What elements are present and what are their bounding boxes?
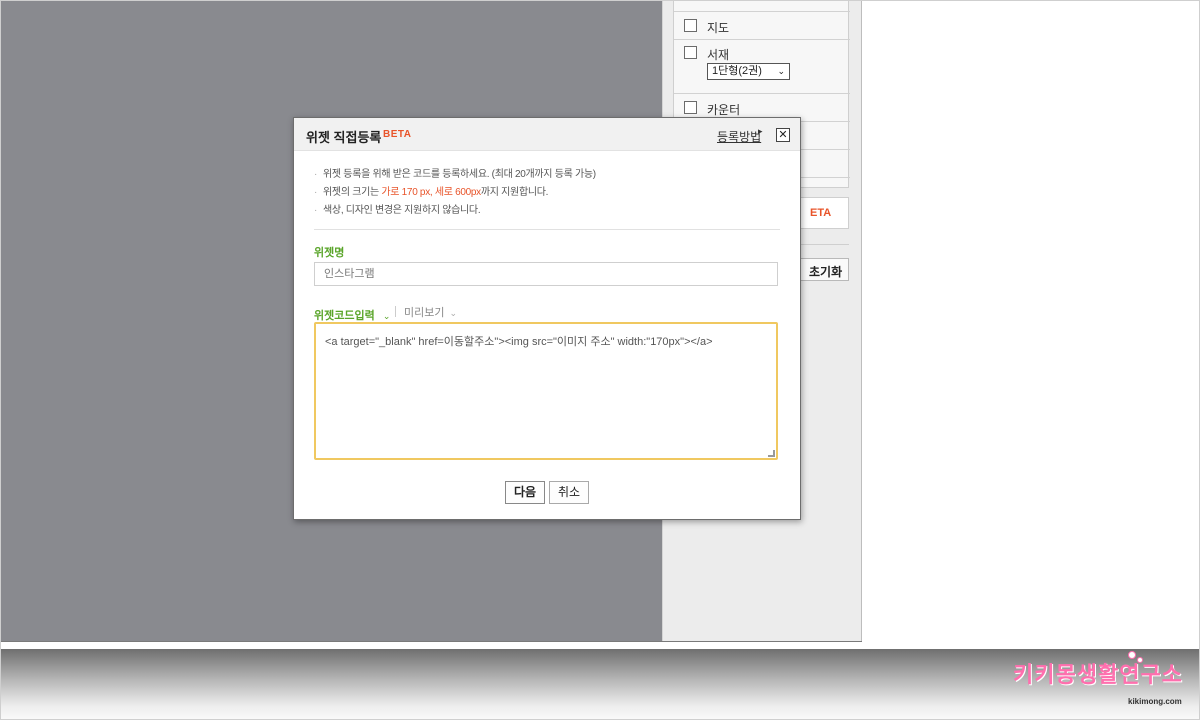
widget-name-label: 위젯명 [314,247,345,259]
notice-text: 위젯의 크기는 [323,187,382,198]
list-item-bookshelf[interactable]: 서재 1단형(2권) ⌄ [674,40,850,94]
map-checkbox[interactable] [684,19,697,32]
bullet-icon: · [314,169,318,180]
next-button[interactable]: 다음 [505,481,545,504]
widget-code-textarea[interactable]: <a target="_blank" href=이동할주소"><img src=… [314,322,778,460]
list-item-map[interactable]: 지도 [674,12,850,40]
notice-item: · 위젯 등록을 위해 받은 코드를 등록하세요. (최대 20개까지 등록 가능… [314,165,596,180]
bullet-icon: · [314,205,318,216]
registration-help-link[interactable]: 등록방법 [717,128,761,145]
screen: 지도 서재 1단형(2권) ⌄ 카운터 ETA 초기화 위젯 직접등록 BETA… [0,0,1200,720]
widget-code-value: <a target="_blank" href=이동할주소"><img src=… [325,336,713,348]
chevron-right-icon: ▸ [758,127,763,137]
widget-register-dialog: 위젯 직접등록 BETA 등록방법 ▸ ✕ · 위젯 등록을 위해 받은 코드를 … [293,117,801,520]
notice-highlight: 가로 170 px, 세로 600px [381,187,481,198]
divider [314,229,780,230]
page-background [862,0,1200,641]
map-label: 지도 [707,21,730,35]
close-icon: ✕ [778,128,788,141]
divider [395,306,396,317]
watermark-logo: 키키몽생활연구소 [1013,663,1183,688]
notice-text: 색상, 디자인 변경은 지원하지 않습니다. [323,205,481,216]
bullet-icon: · [314,187,318,198]
divider [0,641,862,642]
watermark-url: kikimong.com [1128,697,1182,706]
chevron-down-icon: ⌄ [777,66,785,76]
resize-handle[interactable] [768,450,775,457]
beta-badge: BETA [383,129,412,140]
list-item [674,0,850,12]
reset-button-label: 초기화 [809,265,843,279]
notice-item: · 색상, 디자인 변경은 지원하지 않습니다. [314,201,481,216]
chevron-down-icon: ⌄ [449,308,458,318]
notice-item: · 위젯의 크기는 가로 170 px, 세로 600px까지 지원합니다. [314,183,548,198]
counter-label: 카운터 [707,103,741,117]
bookshelf-checkbox[interactable] [684,46,697,59]
notice-text: 위젯 등록을 위해 받은 코드를 등록하세요. (최대 20개까지 등록 가능) [323,169,596,180]
chevron-down-icon: ⌄ [382,312,391,322]
dialog-header: 위젯 직접등록 BETA 등록방법 ▸ ✕ [294,118,800,151]
preview-tab-label: 미리보기 [404,307,445,319]
close-button[interactable]: ✕ [776,128,790,142]
counter-checkbox[interactable] [684,101,697,114]
widget-name-input[interactable]: 인스타그램 [314,262,778,286]
dialog-title: 위젯 직접등록 [306,130,382,145]
notice-text: 까지 지원합니다. [480,187,549,198]
tab-preview[interactable]: 미리보기 ⌄ [404,304,457,320]
cancel-button[interactable]: 취소 [549,481,589,504]
bookshelf-label: 서재 [707,48,730,62]
widget-code-tab-label: 위젯코드입력 [314,310,375,322]
bookshelf-layout-select[interactable]: 1단형(2권) ⌄ [707,63,790,80]
beta-button-label: ETA [810,207,832,219]
bookshelf-layout-value: 1단형(2권) [712,65,762,77]
tab-widget-code[interactable]: 위젯코드입력 ⌄ [314,304,390,323]
